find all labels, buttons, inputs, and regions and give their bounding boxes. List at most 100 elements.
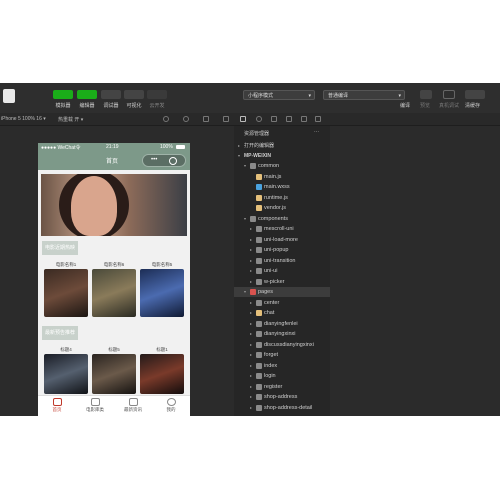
tree-item-label: uni-transition <box>264 257 296 264</box>
tree-item[interactable]: ▸ login <box>234 371 330 381</box>
remote-debug-icon[interactable] <box>443 90 455 99</box>
preview-label: 预览 <box>420 103 431 109</box>
editor-toggle-button[interactable] <box>77 90 97 99</box>
cloud-dev-button[interactable] <box>147 90 167 99</box>
tree-item-label: shop-address <box>264 394 298 400</box>
debugger-toggle-button[interactable] <box>101 90 121 99</box>
compile-select-value: 普通编译 <box>328 93 349 99</box>
explorer-header: 资源管理器 ··· <box>234 126 330 140</box>
tree-item[interactable]: ▸ uni-popup <box>234 245 330 255</box>
simulator-toggle-button[interactable] <box>53 90 73 99</box>
tree-item[interactable]: main.wxss <box>234 182 330 192</box>
tree-item[interactable]: ▸ uni-ui <box>234 266 330 276</box>
close-icon[interactable] <box>169 157 177 165</box>
device-select[interactable]: iPhone 5 100% 16 ▾ <box>1 116 46 122</box>
tree-item[interactable]: ▸ uni-transition <box>234 256 330 266</box>
tree-item[interactable]: runtime.js <box>234 193 330 203</box>
tree-item[interactable]: ▸ shop-address <box>234 392 330 402</box>
movie-title: 电影名称6 <box>103 262 125 267</box>
tree-item-label: vendor.js <box>264 205 287 211</box>
tab-profile[interactable]: 我的 <box>156 398 186 413</box>
compile-select[interactable]: 普通编译 ▾ <box>323 90 405 100</box>
tree-item[interactable]: ▸ register <box>234 382 330 392</box>
folder-icon <box>256 383 262 390</box>
home-icon <box>52 398 62 406</box>
banner-image[interactable] <box>41 174 187 236</box>
tree-item[interactable]: ▸ center <box>234 298 330 308</box>
window-icon[interactable] <box>223 116 229 122</box>
mode-select[interactable]: 小程序模式 ▾ <box>243 90 315 100</box>
tree-item[interactable]: ▸ shop-address-detail <box>234 403 330 413</box>
movie-poster <box>44 269 88 317</box>
tree-item[interactable]: ▸ uni-load-more <box>234 235 330 245</box>
grid-icon <box>90 398 100 406</box>
list-item[interactable]: 标题1 <box>140 346 184 394</box>
tab-label: 首页 <box>52 407 62 412</box>
compile-label: 编译 <box>400 103 411 109</box>
tree-item[interactable]: ▸ dianyingfenlei <box>234 319 330 329</box>
clear-cache-icon[interactable] <box>465 90 485 99</box>
tree-item[interactable]: ▾ pages <box>234 287 330 297</box>
debug-icon[interactable] <box>286 116 292 122</box>
chevron-right-icon: ▸ <box>250 310 253 315</box>
tree-item-label: runtime.js <box>264 194 288 201</box>
tree-item[interactable]: ▾ components <box>234 214 330 224</box>
folder-icon <box>256 373 262 379</box>
refresh-icon[interactable] <box>399 90 411 99</box>
avatar[interactable] <box>3 89 15 103</box>
chevron-right-icon: ▸ <box>250 404 253 410</box>
tree-item-label: mescroll-uni <box>264 226 294 232</box>
tree-item[interactable]: ▸ mescroll-uni <box>234 224 330 234</box>
capsule-menu[interactable]: ••• <box>142 154 186 167</box>
branch-icon[interactable] <box>271 116 277 122</box>
tree-item[interactable]: ▾ common <box>234 161 330 171</box>
hot-reload-select[interactable]: 热重载 开 ▾ <box>58 116 83 123</box>
stop-icon[interactable] <box>183 116 189 122</box>
list-item[interactable]: 电影名称6 <box>92 261 136 317</box>
clear-cache-label: 清缓存 <box>465 103 481 109</box>
folder-icon <box>256 320 262 327</box>
chevron-right-icon: ▸ <box>250 373 253 378</box>
tree-item[interactable]: vendor.js <box>234 203 330 213</box>
tab-home[interactable]: 首页 <box>42 398 72 413</box>
chevron-right-icon: ▸ <box>250 352 253 357</box>
tree-item[interactable]: ▸ discussdianyingxinxi <box>234 340 330 350</box>
open-editors-label: 打开的编辑器 <box>244 143 275 149</box>
folder-icon <box>256 362 262 369</box>
search-icon[interactable] <box>256 116 262 122</box>
chevron-right-icon: ▸ <box>250 383 253 389</box>
visual-toggle-button[interactable] <box>124 90 144 99</box>
extensions-icon[interactable] <box>301 116 307 122</box>
tree-item[interactable]: ▸ w-picker <box>234 277 330 287</box>
wxss-file-icon <box>256 184 262 190</box>
tree-item[interactable]: ▸ index <box>234 361 330 371</box>
tree-item-label: common <box>258 163 280 169</box>
tree-item[interactable]: ▸ forget <box>234 350 330 360</box>
phone-screen: ●●●●● WeChat令 21:19 100% 首页 ••• 电影近期热映 电… <box>38 143 190 416</box>
chevron-right-icon: ▸ <box>250 236 253 242</box>
movie-poster <box>92 354 136 394</box>
preview-icon[interactable] <box>420 90 432 99</box>
phone-icon[interactable] <box>203 116 209 122</box>
folder-icon <box>256 257 262 264</box>
tree-item[interactable]: ▸ chat <box>234 308 330 318</box>
chevron-right-icon: ▸ <box>250 226 253 231</box>
tree-item[interactable]: main.js <box>234 172 330 182</box>
folder-icon <box>250 289 256 295</box>
tab-movie-library[interactable]: 电影库类 <box>80 398 110 413</box>
tree-item[interactable]: ▸ dianyingxinxi <box>234 329 330 339</box>
list-item[interactable]: 电影名称1 <box>44 261 88 317</box>
files-icon[interactable] <box>240 116 246 122</box>
more-icon[interactable]: ••• <box>151 157 157 163</box>
list-item[interactable]: 标题4 <box>44 346 88 394</box>
record-icon[interactable] <box>163 116 169 122</box>
list-item[interactable]: 标题5 <box>92 346 136 394</box>
open-editors-section[interactable]: ▸ 打开的编辑器 <box>234 141 330 151</box>
tab-news[interactable]: 最新资讯 <box>118 398 148 413</box>
more-icon[interactable]: ··· <box>314 129 319 135</box>
folder-icon <box>256 404 262 411</box>
list-item[interactable]: 电影名称5 <box>140 261 184 317</box>
folder-icon <box>256 331 262 337</box>
cloud-icon[interactable] <box>315 116 321 122</box>
project-section[interactable]: ▾ MP-WEIXIN <box>234 151 330 161</box>
